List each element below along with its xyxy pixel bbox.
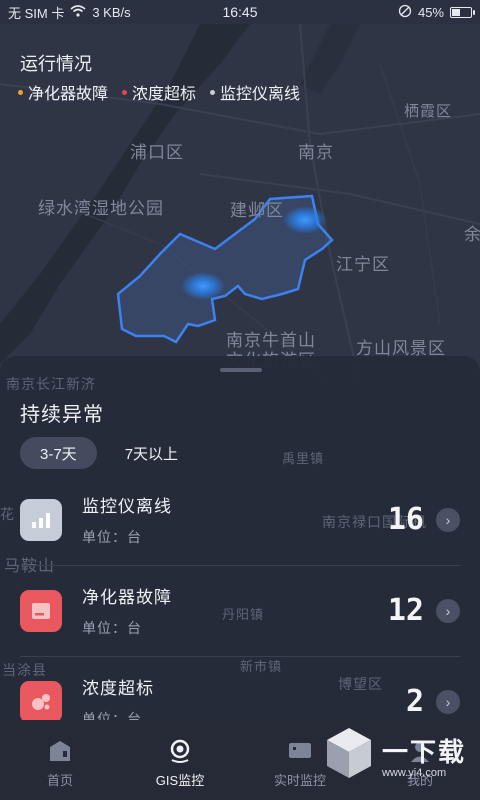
item-unit: 单位：台	[82, 529, 142, 545]
monitor-icon	[287, 738, 313, 764]
map-label: 南京长江新济	[6, 376, 96, 392]
legend-concentration-exceeded[interactable]: 浓度超标	[122, 80, 196, 104]
item-name: 监控仪离线	[82, 497, 172, 516]
tab-label: 首页	[46, 773, 73, 788]
status-bar: 无 SIM 卡 3 KB/s 16:45 45%	[0, 0, 480, 24]
bubbles-icon	[20, 680, 62, 723]
map-label: 浦口区	[130, 143, 184, 162]
map-label: 建邺区	[230, 201, 284, 220]
tab-label: 实时监控	[273, 773, 326, 788]
cube-logo-icon	[324, 726, 374, 785]
item-count: 12	[387, 593, 424, 628]
alert-glow-jianye	[283, 206, 327, 234]
chevron-right-icon[interactable]: ›	[436, 689, 460, 714]
clock: 16:45	[222, 4, 258, 20]
chevron-right-icon[interactable]: ›	[436, 598, 460, 623]
sheet-drag-handle[interactable]	[220, 368, 262, 372]
battery-percent: 45%	[417, 4, 444, 20]
tab-home[interactable]: 首页	[0, 720, 120, 800]
legend-dot	[18, 89, 23, 95]
carrier-text: 无 SIM 卡	[8, 5, 65, 21]
wifi-icon	[70, 4, 86, 20]
battery-icon	[450, 6, 475, 18]
item-name: 浓度超标	[82, 679, 154, 698]
duration-segmented-control: 3-7天 7天以上	[20, 437, 198, 469]
tab-gis-monitor[interactable]: GIS监控	[120, 720, 240, 800]
item-name: 净化器故障	[82, 588, 172, 607]
item-count: 2	[405, 684, 424, 719]
map-label: 江宁区	[336, 255, 390, 274]
legend-monitor-offline[interactable]: 监控仪离线	[210, 80, 300, 104]
site-watermark: 一下载 www.yi4.com	[324, 726, 466, 785]
list-item-purifier-fault[interactable]: 净化器故障 单位：台 12 ›	[0, 565, 480, 656]
list-item-monitor-offline[interactable]: 监控仪离线 单位：台 16 ›	[0, 474, 480, 565]
sheet-title: 持续异常	[20, 404, 104, 426]
map-label: 南京	[298, 143, 334, 162]
map-pin-icon	[167, 738, 193, 764]
gis-map[interactable]: 栖霞区 浦口区 南京 绿水湾湿地公园 建邺区 江宁区 南京牛首山 文化旅游区 方…	[0, 24, 480, 384]
legend-dot	[122, 89, 128, 95]
signal-bars-icon	[20, 498, 62, 541]
status-legend: 净化器故障 浓度超标 监控仪离线	[18, 80, 300, 104]
chevron-right-icon[interactable]: ›	[436, 507, 460, 532]
map-label: 禹里镇	[282, 451, 325, 466]
tab-3-7-days[interactable]: 3-7天	[20, 437, 97, 469]
watermark-brand: 一下载	[381, 737, 466, 767]
map-label: 栖霞区	[404, 103, 453, 120]
alert-glow-south	[181, 272, 225, 300]
map-label: 余	[464, 225, 480, 244]
app-screen: 无 SIM 卡 3 KB/s 16:45 45% 栖霞区 浦口区 南京 绿水湾湿…	[0, 0, 480, 800]
home-icon	[47, 738, 73, 764]
network-speed: 3 KB/s	[92, 4, 131, 20]
anomaly-list: 监控仪离线 单位：台 16 › 净化器故障 单位：台 12 › 浓度超标 单位：…	[0, 474, 480, 747]
legend-dot	[210, 89, 216, 95]
legend-purifier-fault[interactable]: 净化器故障	[18, 80, 108, 104]
vibrate-icon	[398, 4, 412, 21]
tab-label: GIS监控	[155, 773, 205, 788]
persistent-anomaly-sheet: 南京长江新济 马鞍山 禹里镇 南京禄口国际机 丹阳镇 新市镇 博望区 当涂县 花…	[0, 356, 480, 727]
item-unit: 单位：台	[82, 620, 142, 636]
item-count: 16	[387, 502, 424, 537]
device-panel-icon	[20, 589, 62, 632]
tab-over-7-days[interactable]: 7天以上	[105, 437, 198, 469]
map-label: 绿水湾湿地公园	[38, 199, 164, 218]
run-status-title: 运行情况	[20, 54, 92, 74]
watermark-url: www.yi4.com	[381, 767, 447, 779]
